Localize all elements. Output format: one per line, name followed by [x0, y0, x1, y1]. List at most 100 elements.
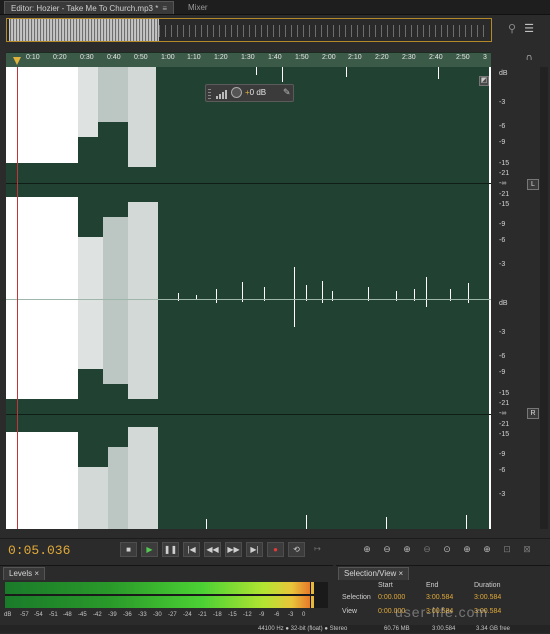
db-label: -15	[499, 201, 510, 208]
db-label: -∞	[499, 180, 507, 187]
stop-button[interactable]: ■	[120, 542, 137, 557]
rewind-button[interactable]: ◀◀	[204, 542, 221, 557]
snap-icon[interactable]: ⚲	[505, 22, 519, 36]
level-scale-label: dB	[4, 612, 12, 618]
db-label: -15	[499, 390, 510, 397]
go-to-start-button[interactable]: |◀	[183, 542, 200, 557]
row-label-view: View	[342, 608, 358, 615]
pause-button[interactable]: ❚❚	[162, 542, 179, 557]
zoom-reset-icon[interactable]: ⊠	[520, 543, 534, 556]
level-scale-label: -42	[93, 612, 102, 618]
skip-button[interactable]: ↦	[309, 542, 326, 557]
menu-icon[interactable]: ☰	[522, 22, 536, 36]
db-label: -6	[499, 353, 506, 360]
fast-forward-button[interactable]: ▶▶	[225, 542, 242, 557]
waveform-spike	[206, 519, 207, 529]
waveform-left-loud	[98, 67, 128, 122]
resize-corner-icon[interactable]: ◩	[479, 76, 489, 86]
ruler-tick: 2:10	[348, 54, 362, 61]
waveform-right-loud	[103, 299, 128, 384]
loop-button[interactable]: ⟲	[288, 542, 305, 557]
go-to-end-button[interactable]: ▶|	[246, 542, 263, 557]
tab-mixer[interactable]: Mixer	[182, 1, 234, 14]
record-button[interactable]: ●	[267, 542, 284, 557]
level-scale-label: -24	[183, 612, 192, 618]
volume-hud[interactable]: +0 dB ✎	[205, 84, 294, 102]
level-scale-label: -15	[228, 612, 237, 618]
ruler-tick: 1:30	[241, 54, 255, 61]
db-label: -21	[499, 191, 510, 198]
db-label: -21	[499, 421, 510, 428]
playhead-line[interactable]	[17, 67, 18, 529]
headphones-icon[interactable]: ∩	[522, 52, 536, 64]
zoom-full-icon[interactable]: ⊙	[440, 543, 454, 556]
zoom-in-amplitude-icon[interactable]: ⊕	[360, 543, 374, 556]
level-scale-label: -33	[138, 612, 147, 618]
zoom-out-time-icon[interactable]: ⊖	[420, 543, 434, 556]
levels-tab[interactable]: Levels ×	[3, 567, 46, 580]
ruler-tick: 2:00	[322, 54, 336, 61]
ruler-tick: 1:00	[161, 54, 175, 61]
status-duration: 3:00.584	[432, 626, 456, 632]
zoom-in-right-icon[interactable]: ⊕	[480, 543, 494, 556]
waveform-right-loud	[128, 427, 158, 529]
selection-start-field[interactable]: 0:00.000	[378, 594, 405, 601]
time-ruler[interactable]: 0:10 0:20 0:30 0:40 0:50 1:00 1:10 1:20 …	[6, 52, 491, 68]
waveform-spike	[386, 517, 387, 529]
ruler-tick: 3	[483, 54, 487, 61]
status-free-space: 3.34 GB free	[476, 626, 511, 632]
level-meter	[5, 582, 310, 608]
zoom-in-time-icon[interactable]: ⊕	[400, 543, 414, 556]
volume-value: 0 dB	[249, 88, 267, 97]
db-label: -15	[499, 160, 510, 167]
level-scale-label: -6	[274, 612, 280, 618]
tab-menu-icon[interactable]: ≡	[162, 4, 167, 13]
channel-right-toggle[interactable]: R	[527, 408, 539, 419]
ruler-tick: 1:50	[295, 54, 309, 61]
zoom-in-left-icon[interactable]: ⊕	[460, 543, 474, 556]
channel-divider	[6, 299, 491, 300]
waveform-display[interactable]	[6, 67, 491, 529]
waveform-right-loud	[78, 299, 103, 369]
db-label: -3	[499, 261, 506, 268]
db-label: -6	[499, 123, 506, 130]
db-label: -6	[499, 237, 506, 244]
volume-knob[interactable]	[231, 87, 242, 98]
db-label: -6	[499, 467, 506, 474]
volume-readout[interactable]: +0 dB	[245, 88, 266, 97]
level-scale-label: -48	[63, 612, 72, 618]
waveform-spike	[294, 267, 295, 327]
level-scale-label: -21	[198, 612, 207, 618]
waveform-overview[interactable]	[6, 18, 492, 42]
ruler-tick: 1:10	[187, 54, 201, 61]
selection-end-field[interactable]: 3:00.584	[426, 594, 453, 601]
level-bars-icon	[216, 90, 227, 99]
waveform-spike	[438, 67, 439, 79]
zoom-out-amplitude-icon[interactable]: ⊖	[380, 543, 394, 556]
channel-left-toggle[interactable]: L	[527, 179, 539, 190]
play-button[interactable]: ▶	[141, 542, 158, 557]
db-label: -9	[499, 369, 506, 376]
tab-editor[interactable]: Editor: Hozier - Take Me To Church.mp3 *…	[4, 1, 174, 14]
ruler-tick: 0:40	[107, 54, 121, 61]
db-label: -3	[499, 99, 506, 106]
waveform-spike	[346, 67, 347, 77]
ruler-tick: 1:20	[214, 54, 228, 61]
db-scale: dB -3 -6 -9 -15 -21 -∞ -21 -15 -9 -6 -3 …	[491, 67, 521, 529]
level-scale-label: -39	[108, 612, 117, 618]
db-label: -9	[499, 221, 506, 228]
channel-zero-line	[6, 414, 491, 415]
selection-view-tab[interactable]: Selection/View ×	[338, 567, 410, 580]
db-label: -3	[499, 329, 506, 336]
db-label: dB	[499, 70, 508, 77]
playhead-handle[interactable]	[13, 57, 21, 65]
zoom-selection-icon[interactable]: ⊡	[500, 543, 514, 556]
hud-grip-icon[interactable]	[208, 87, 211, 99]
level-scale-label: -51	[49, 612, 58, 618]
ruler-tick: 2:20	[375, 54, 389, 61]
waveform-left-loud	[128, 67, 156, 167]
pin-icon[interactable]: ✎	[283, 87, 291, 98]
timecode-display[interactable]: 0:05.036	[8, 543, 70, 558]
vertical-scrollbar[interactable]	[540, 67, 548, 529]
selection-duration-field[interactable]: 3:00.584	[474, 594, 501, 601]
